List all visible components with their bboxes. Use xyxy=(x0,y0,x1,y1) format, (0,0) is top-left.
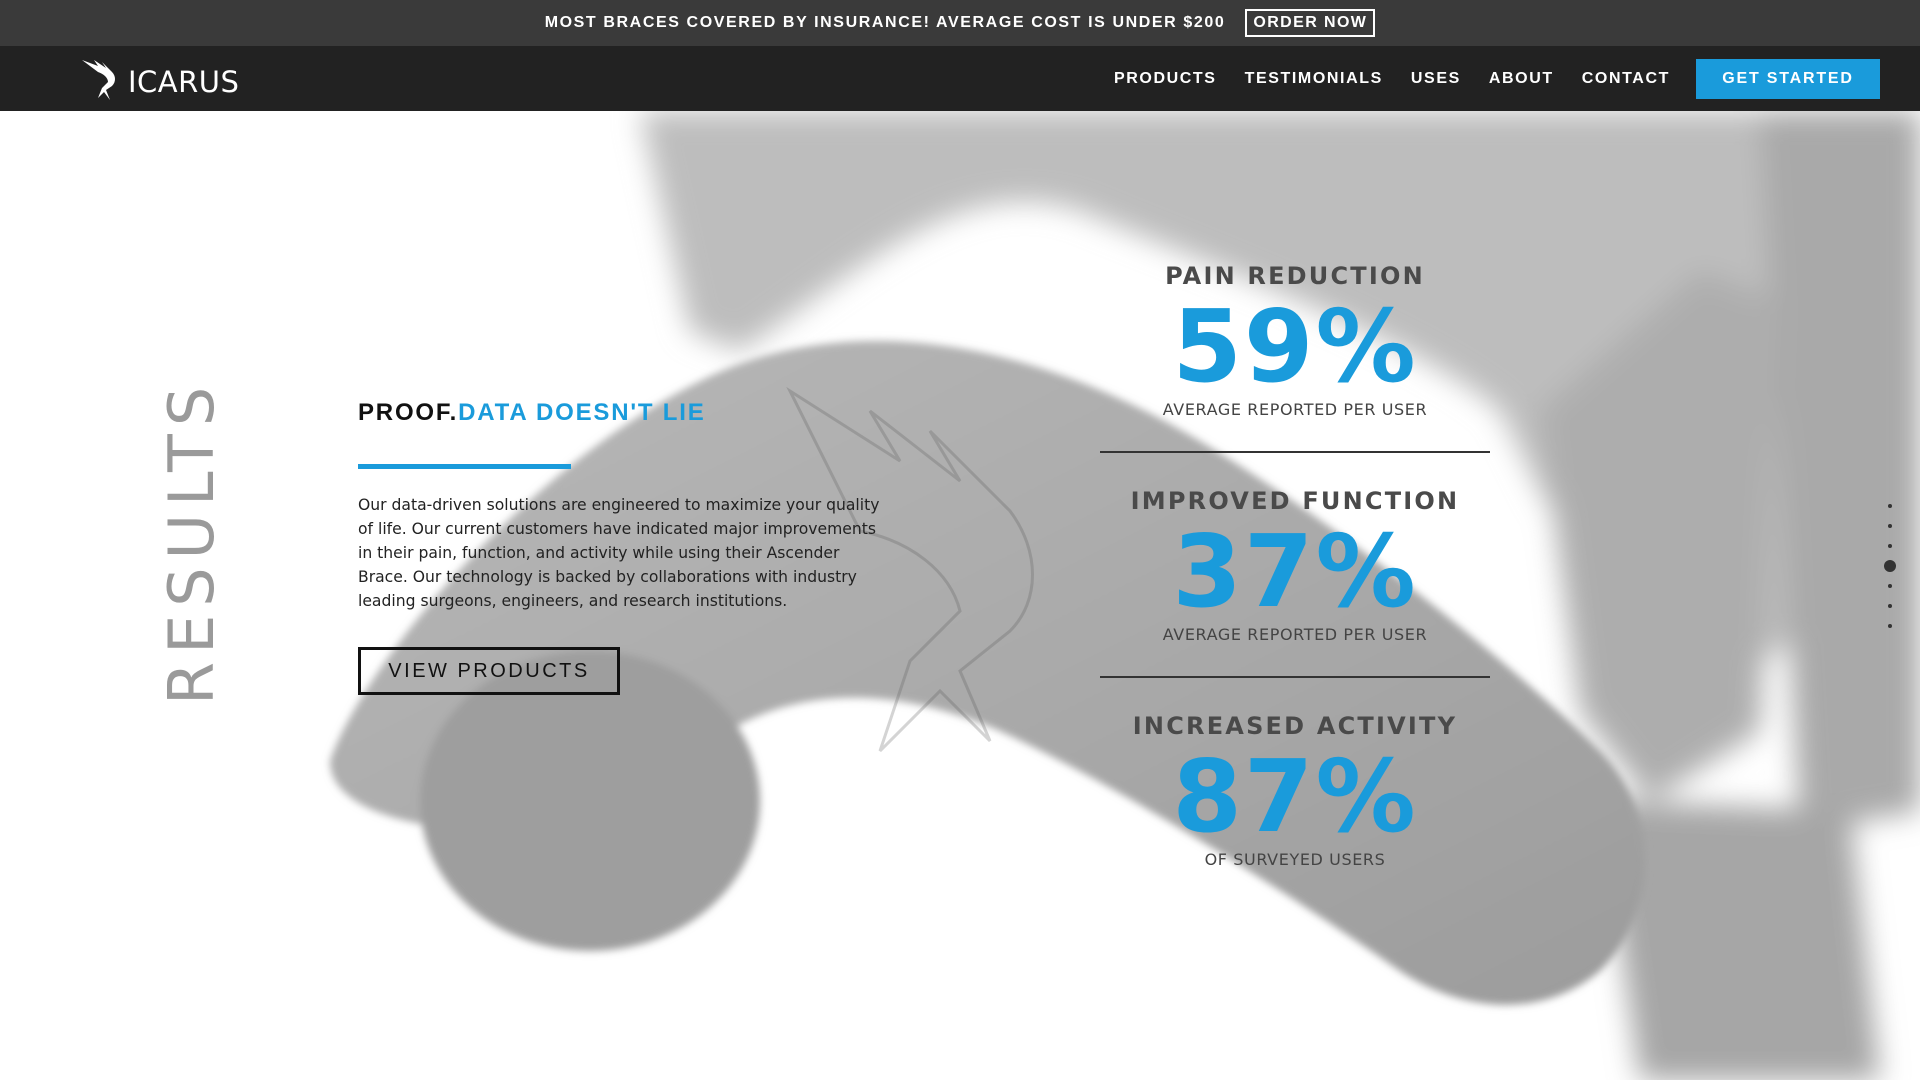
stat-improved-function: IMPROVED FUNCTION 37% AVERAGE REPORTED P… xyxy=(1100,487,1490,644)
nav-link-uses[interactable]: USES xyxy=(1411,70,1461,88)
order-now-button[interactable]: ORDER NOW xyxy=(1245,9,1376,37)
nav-link-about[interactable]: ABOUT xyxy=(1489,70,1554,88)
promo-text: MOST BRACES COVERED BY INSURANCE! AVERAG… xyxy=(544,14,1226,31)
stat-caption: AVERAGE REPORTED PER USER xyxy=(1162,400,1428,419)
nav-link-testimonials[interactable]: TESTIMONIALS xyxy=(1245,70,1383,88)
promo-bar: MOST BRACES COVERED BY INSURANCE! AVERAG… xyxy=(0,0,1920,46)
stat-caption: AVERAGE REPORTED PER USER xyxy=(1162,625,1428,644)
view-products-button[interactable]: VIEW PRODUCTS xyxy=(358,647,620,695)
section-description: Our data-driven solutions are engineered… xyxy=(358,496,880,610)
stat-value: 87% xyxy=(1172,738,1418,855)
logo-text: ICARUS xyxy=(128,64,240,99)
brace-background-image xyxy=(330,111,1920,1080)
nav-link-products[interactable]: PRODUCTS xyxy=(1114,70,1217,88)
section-side-title: RESULTS xyxy=(155,378,228,705)
divider xyxy=(1100,676,1490,678)
pagination-dot[interactable] xyxy=(1888,624,1892,628)
pagination-dot[interactable] xyxy=(1888,504,1892,508)
heading-prefix: PROOF. xyxy=(358,399,459,426)
stat-caption: OF SURVEYED USERS xyxy=(1204,850,1386,869)
section-pagination xyxy=(1884,504,1896,644)
pagination-dot[interactable] xyxy=(1884,560,1896,572)
section-heading: PROOF.DATA DOESN'T LIE xyxy=(358,399,706,427)
pagination-dot[interactable] xyxy=(1888,584,1892,588)
main-nav: ICARUS PRODUCTS TESTIMONIALS USES ABOUT … xyxy=(0,46,1920,111)
divider xyxy=(1100,451,1490,453)
logo[interactable]: ICARUS xyxy=(80,56,239,107)
pagination-dot[interactable] xyxy=(1888,524,1892,528)
stat-label: PAIN REDUCTION xyxy=(1165,262,1425,290)
heading-accent: DATA DOESN'T LIE xyxy=(458,399,706,426)
pagination-dot[interactable] xyxy=(1888,544,1892,548)
stats-panel: PAIN REDUCTION 59% AVERAGE REPORTED PER … xyxy=(1100,262,1490,869)
stat-pain-reduction: PAIN REDUCTION 59% AVERAGE REPORTED PER … xyxy=(1100,262,1490,419)
stat-value: 37% xyxy=(1172,513,1418,630)
get-started-button[interactable]: GET STARTED xyxy=(1696,58,1880,99)
stat-value: 59% xyxy=(1172,288,1418,405)
nav-links: PRODUCTS TESTIMONIALS USES ABOUT CONTACT… xyxy=(1086,46,1880,111)
pagination-dot[interactable] xyxy=(1888,604,1892,608)
heading-underline xyxy=(358,464,571,469)
nav-link-contact[interactable]: CONTACT xyxy=(1582,70,1670,88)
winged-figure-icon xyxy=(80,56,126,107)
results-section: RESULTS xyxy=(0,111,1920,1080)
stat-increased-activity: INCREASED ACTIVITY 87% OF SURVEYED USERS xyxy=(1100,712,1490,869)
stat-label: INCREASED ACTIVITY xyxy=(1132,712,1458,740)
stat-label: IMPROVED FUNCTION xyxy=(1130,487,1460,515)
